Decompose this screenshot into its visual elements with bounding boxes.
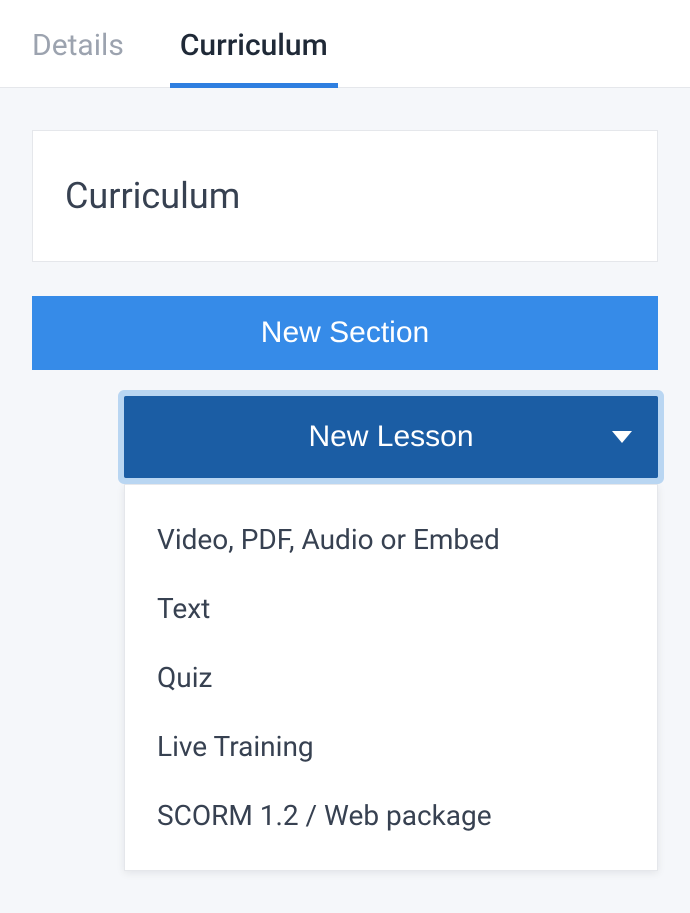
new-lesson-button[interactable]: New Lesson bbox=[124, 396, 658, 478]
new-section-button[interactable]: New Section bbox=[32, 296, 658, 370]
chevron-down-icon bbox=[612, 431, 632, 443]
lesson-type-text[interactable]: Text bbox=[125, 574, 657, 643]
lesson-type-quiz[interactable]: Quiz bbox=[125, 643, 657, 712]
new-lesson-label: New Lesson bbox=[308, 420, 473, 454]
new-lesson-container: New Lesson Video, PDF, Audio or Embed Te… bbox=[124, 396, 658, 871]
tab-curriculum[interactable]: Curriculum bbox=[180, 0, 328, 87]
content-area: Curriculum New Section New Lesson Video,… bbox=[0, 88, 690, 913]
lesson-type-video-pdf-audio-embed[interactable]: Video, PDF, Audio or Embed bbox=[125, 505, 657, 574]
lesson-type-live-training[interactable]: Live Training bbox=[125, 712, 657, 781]
tab-bar: Details Curriculum bbox=[0, 0, 690, 88]
page-title: Curriculum bbox=[32, 130, 658, 262]
lesson-type-scorm[interactable]: SCORM 1.2 / Web package bbox=[125, 781, 657, 850]
lesson-type-dropdown: Video, PDF, Audio or Embed Text Quiz Liv… bbox=[124, 484, 658, 871]
tab-details[interactable]: Details bbox=[32, 0, 124, 87]
